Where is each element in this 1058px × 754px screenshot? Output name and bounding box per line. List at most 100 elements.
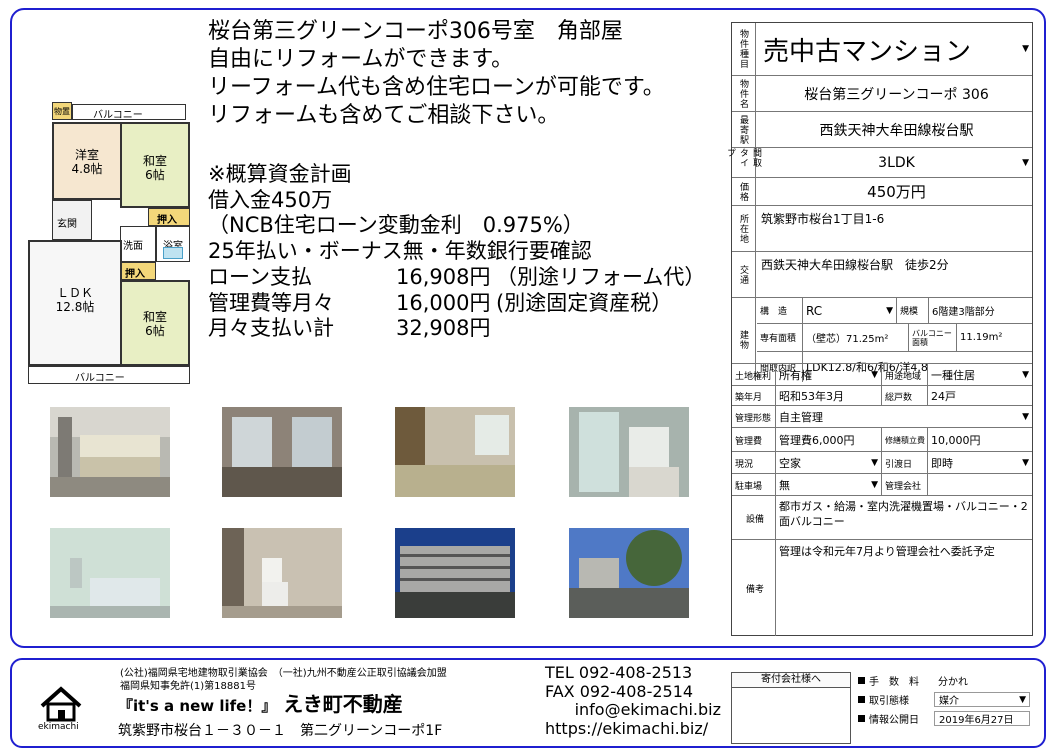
deal-select[interactable]: 媒介 ▼ xyxy=(934,692,1030,707)
plan-rate: （NCB住宅ローン変動金利 0.975%） xyxy=(208,213,584,238)
western-room-label: 洋室 4.8帖 xyxy=(71,148,103,176)
bathtub-icon xyxy=(163,247,183,259)
spec-row-land: 土地権利 所有権 ▼ 用途地域 一種住居 ▼ xyxy=(732,363,1032,386)
japanese-room-1: 和室 6帖 xyxy=(120,122,190,208)
plan-row-value: 32,908円 xyxy=(396,316,491,341)
company-name: 『it's a new life！』 えき町不動産 xyxy=(118,688,403,717)
price-value: 450万円 xyxy=(867,183,926,201)
structure-value: RC xyxy=(806,303,823,318)
balcony-bottom: バルコニー xyxy=(28,366,190,384)
closet-2: 押入 xyxy=(120,262,156,280)
spec-row-address: 所在地 筑紫野市桜台1丁目1-6 xyxy=(732,205,1032,251)
zoning-value: 一種住居 xyxy=(931,369,975,382)
headline-line: リフォームも含めてご相談下さい。 xyxy=(208,103,560,128)
repair-fund-value: 10,000円 xyxy=(931,434,981,447)
deal-row: 取引態様 媒介 ▼ xyxy=(858,690,1030,709)
plan-row: ローン支払 16,908円 （別途リフォーム代） xyxy=(208,265,728,291)
agent-box-title: 寄付会社様へ xyxy=(732,673,850,688)
washroom-label: 洗面 xyxy=(123,241,143,252)
chevron-down-icon: ▼ xyxy=(1022,44,1029,54)
plan-title: ※概算資金計画 xyxy=(208,162,352,186)
japanese-room-2: 和室 6帖 xyxy=(120,280,190,366)
address-value: 筑紫野市桜台1丁目1-6 xyxy=(761,212,885,226)
funding-plan: ※概算資金計画 借入金450万 （NCB住宅ローン変動金利 0.975%） 25… xyxy=(208,162,728,342)
handover-select[interactable]: 即時 ▼ xyxy=(928,452,1032,474)
ldk-room: ＬＤＫ 12.8帖 xyxy=(28,240,122,366)
spec-row-remarks: 備考 管理は令和元年7月より管理会社へ委託予定 xyxy=(732,539,1032,636)
website-link[interactable]: https://ekimachi.biz/ xyxy=(545,719,721,739)
deal-label: 取引態様 xyxy=(869,696,909,707)
agent-box: 寄付会社様へ xyxy=(731,672,851,744)
western-room: 洋室 4.8帖 xyxy=(52,122,122,200)
management-select[interactable]: 自主管理 ▼ xyxy=(776,406,1032,428)
handover-label: 引渡日 xyxy=(882,452,928,474)
company-title: えき町不動産 xyxy=(283,692,403,716)
headline: 桜台第三グリーンコーポ306号室 角部屋 自由にリフォームができます。 リーフォ… xyxy=(208,18,738,130)
closet-1: 押入 xyxy=(148,208,190,226)
balcony-area-value: 11.19m² xyxy=(957,324,1032,352)
land-right-select[interactable]: 所有権 ▼ xyxy=(776,364,882,386)
mgmt-company-label: 管理会社 xyxy=(882,474,928,496)
balcony-top-label: バルコニー xyxy=(93,110,143,121)
spec-label: 交通 xyxy=(732,252,756,297)
repair-fund-label: 修繕積立費 xyxy=(882,428,928,452)
contact-block: TEL 092-408-2513 FAX 092-408-2514 info@e… xyxy=(545,663,721,739)
status-select[interactable]: 空家 ▼ xyxy=(776,452,882,474)
remarks-value: 管理は令和元年7月より管理会社へ委託予定 xyxy=(779,545,995,558)
plan-row-label: 管理費等月々 xyxy=(208,290,334,315)
property-type-value: 売中古マンション xyxy=(763,36,972,67)
area-label: 専有面積 xyxy=(757,324,803,352)
units-label: 総戸数 xyxy=(882,386,928,406)
area-value: （壁芯）71.25m² xyxy=(803,324,909,352)
chevron-down-icon: ▼ xyxy=(1022,412,1029,422)
bullet-icon xyxy=(858,715,865,722)
japanese-room-1-label: 和室 6帖 xyxy=(142,154,167,182)
storage-room: 物置 xyxy=(52,102,72,120)
spec-label: 所在地 xyxy=(732,206,756,251)
property-type-select[interactable]: 売中古マンション ▼ xyxy=(757,23,1032,75)
chevron-down-icon: ▼ xyxy=(871,370,878,380)
built-label: 築年月 xyxy=(732,386,776,406)
spec-row-management: 管理形態 自主管理 ▼ xyxy=(732,405,1032,428)
plan-row: 管理費等月々 16,000円 (別途固定資産税） xyxy=(208,291,728,317)
house-logo-icon: ekimachi xyxy=(36,682,86,734)
exterior-photo xyxy=(569,528,689,618)
parking-select[interactable]: 無 ▼ xyxy=(776,474,882,496)
plan-row-label: ローン支払 xyxy=(208,264,312,289)
structure-select[interactable]: RC ▼ xyxy=(803,298,897,324)
chevron-down-icon: ▼ xyxy=(871,480,878,490)
published-value: 2019年6月27日 xyxy=(934,711,1030,726)
spec-row-name: 物件名 桜台第三グリーンコーポ 306 xyxy=(732,75,1032,111)
built-value: 昭和53年3月 xyxy=(776,386,882,406)
spec-row-access: 交通 西鉄天神大牟田線桜台駅 徒歩2分 xyxy=(732,251,1032,297)
tatami-room-photo xyxy=(395,407,515,497)
zoning-select[interactable]: 一種住居 ▼ xyxy=(928,364,1032,386)
tel-text: TEL 092-408-2513 xyxy=(545,663,693,682)
japanese-room-2-label: 和室 6帖 xyxy=(142,310,167,338)
spec-label: 最寄駅 xyxy=(732,112,756,147)
spec-row-status: 現況 空家 ▼ 引渡日 即時 ▼ xyxy=(732,451,1032,474)
email-link[interactable]: info@ekimachi.biz xyxy=(545,700,721,720)
spec-label: 物件種目 xyxy=(732,23,756,75)
bullet-icon xyxy=(858,677,865,684)
handover-value: 即時 xyxy=(931,457,953,470)
japanese-room-photo xyxy=(222,407,342,497)
station-value: 西鉄天神大牟田線桜台駅 xyxy=(819,122,974,139)
spec-label: 物件名 xyxy=(732,76,756,111)
fee-row: 手 数 料 分かれ xyxy=(858,671,1030,690)
spec-row-built: 築年月 昭和53年3月 総戸数 24戸 xyxy=(732,385,1032,406)
spec-table: 物件種目 売中古マンション ▼ 物件名 桜台第三グリーンコーポ 306 最寄駅 … xyxy=(725,22,1033,636)
deal-value: 媒介 xyxy=(939,696,959,707)
published-row: 情報公開日 2019年6月27日 xyxy=(858,709,1030,728)
access-value: 西鉄天神大牟田線桜台駅 徒歩2分 xyxy=(761,258,949,272)
balcony-top: バルコニー xyxy=(72,104,186,121)
plan-row-value: 16,908円 xyxy=(396,264,491,289)
spec-label: 価格 xyxy=(732,178,756,205)
chevron-down-icon: ▼ xyxy=(1022,157,1029,168)
bathroom: 浴室 xyxy=(156,226,190,262)
chevron-down-icon: ▼ xyxy=(886,305,893,316)
chevron-down-icon: ▼ xyxy=(1022,370,1029,380)
layout-select[interactable]: 3LDK ▼ xyxy=(757,148,1032,177)
spec-row-parking: 駐車場 無 ▼ 管理会社 xyxy=(732,473,1032,496)
property-name-value: 桜台第三グリーンコーポ 306 xyxy=(804,86,989,103)
